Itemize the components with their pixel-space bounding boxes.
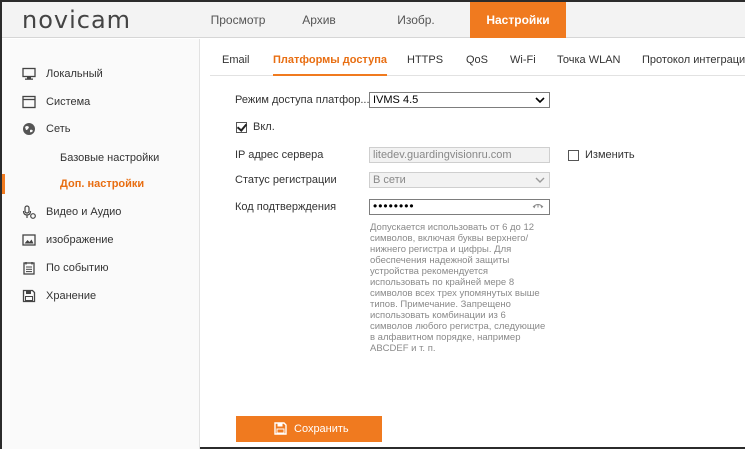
globe-icon [23,123,35,135]
video-audio-icon [22,205,36,219]
sidebar-item-label: Система [46,96,91,108]
event-icon [23,262,35,275]
change-label: Изменить [585,149,635,161]
verify-code-label: Код подтверждения [235,201,337,213]
save-label: Сохранить [294,423,349,435]
enable-checkbox[interactable] [236,122,247,133]
sidebar-item-label: По событию [46,262,109,274]
access-mode-value: IVMS 4.5 [373,94,419,106]
tab-https[interactable]: HTTPS [407,54,443,76]
app-frame: novicam Просмотр Архив Изобр. Настройки … [0,0,745,449]
system-icon [22,95,36,109]
sidebar-item-label: Локальный [46,68,103,80]
verify-code-field[interactable]: •••••••• [369,199,550,215]
nav-tab-live[interactable]: Просмотр [200,2,276,38]
nav-tab-playback[interactable]: Архив [276,2,362,38]
chevron-down-icon [535,177,545,183]
reg-status-select: В сети [369,172,550,188]
sidebar: Локальный Система Сеть Базовые настройки… [2,39,200,449]
nav-tab-settings[interactable]: Настройки [470,2,566,38]
tab-integration-protocol[interactable]: Протокол интеграци [642,54,745,76]
nav-tab-picture[interactable]: Изобр. [362,2,470,38]
sidebar-item-system[interactable]: Система [2,89,200,115]
tab-email[interactable]: Email [222,54,250,76]
reg-status-value: В сети [373,174,406,186]
monitor-icon [22,67,36,80]
tab-platform-access[interactable]: Платформы доступа [273,54,387,76]
sidebar-item-advanced-settings[interactable]: Доп. настройки [2,171,200,197]
enable-label: Вкл. [253,121,275,133]
access-mode-label: Режим доступа платфор... [235,94,370,106]
chevron-down-icon [535,97,545,104]
eye-icon[interactable] [532,203,544,211]
server-ip-label: IP адрес сервера [235,149,324,161]
change-checkbox[interactable] [568,150,579,161]
sidebar-item-label: Доп. настройки [60,178,145,190]
top-bar: novicam Просмотр Архив Изобр. Настройки [2,2,745,38]
verify-code-hint: Допускается использовать от 6 до 12 симв… [370,222,546,354]
sidebar-item-label: Базовые настройки [60,152,160,164]
sidebar-item-storage[interactable]: Хранение [2,283,200,309]
sidebar-item-label: Хранение [46,290,97,302]
image-icon [22,234,36,246]
reg-status-label: Статус регистрации [235,174,337,186]
sidebar-item-network[interactable]: Сеть [2,116,200,142]
tab-wifi[interactable]: Wi-Fi [510,54,536,76]
logo: novicam [22,6,132,34]
sidebar-item-label: Видео и Аудио [46,206,122,218]
top-nav: Просмотр Архив Изобр. Настройки [200,2,566,38]
sidebar-item-local[interactable]: Локальный [2,61,200,87]
tab-wlan-ap[interactable]: Точка WLAN [557,54,620,76]
sub-tabs: Email Платформы доступа HTTPS QoS Wi-Fi … [210,50,745,76]
storage-icon [22,289,36,303]
save-icon [274,422,287,435]
save-button[interactable]: Сохранить [236,416,382,442]
sidebar-item-image[interactable]: изображение [2,227,200,253]
sidebar-item-label: Сеть [46,123,71,135]
sidebar-item-event[interactable]: По событию [2,255,200,281]
sidebar-item-label: изображение [46,234,114,246]
sidebar-item-basic-settings[interactable]: Базовые настройки [2,145,200,171]
server-ip-field[interactable]: litedev.guardingvisionru.com [369,147,550,163]
access-mode-select[interactable]: IVMS 4.5 [369,92,550,108]
tab-qos[interactable]: QoS [466,54,488,76]
sidebar-item-video-audio[interactable]: Видео и Аудио [2,199,200,225]
verify-code-value: •••••••• [373,199,415,213]
